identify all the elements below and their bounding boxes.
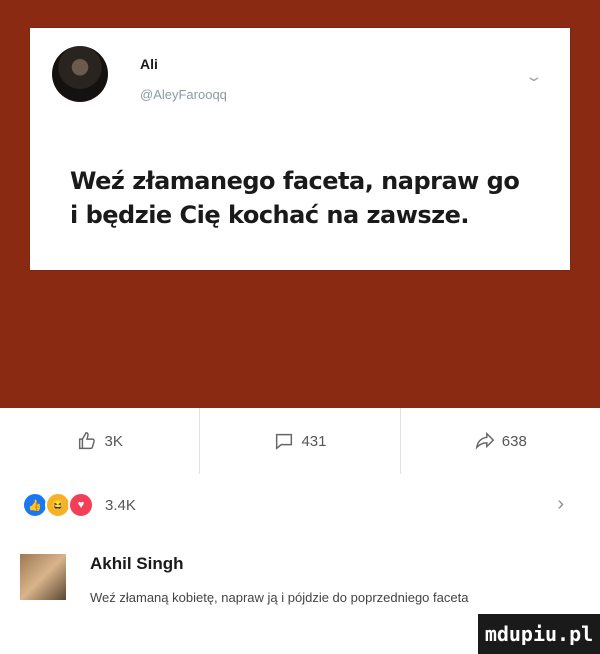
comment-text: Weź złamaną kobietę, napraw ją i pójdzie…	[90, 590, 469, 605]
comment-icon	[276, 433, 293, 450]
comment-author-avatar[interactable]	[20, 554, 66, 600]
thumbs-up-icon	[79, 432, 96, 450]
reactions-summary[interactable]: 👍 😆 ♥ 3.4K ›	[0, 476, 600, 534]
tweet-author-avatar	[52, 46, 108, 102]
like-count: 3K	[104, 432, 123, 450]
tweet-text: Weź złamanego faceta, napraw go i będzie…	[70, 167, 520, 229]
love-reaction-icon: ♥	[68, 492, 94, 518]
share-button[interactable]: 638	[401, 408, 600, 474]
comment-count: 431	[301, 432, 327, 450]
reactions-total: 3.4K	[105, 496, 136, 514]
comment-author-name[interactable]: Akhil Singh	[90, 554, 184, 574]
tweet-card: Ali @AleyFarooqq ⌄ Weź złamanego faceta,…	[30, 28, 570, 270]
chevron-right-icon[interactable]: ›	[557, 493, 564, 516]
post-image-background: Ali @AleyFarooqq ⌄ Weź złamanego faceta,…	[0, 0, 600, 408]
comment-button[interactable]: 431	[200, 408, 401, 474]
tweet-author-name: Ali	[140, 56, 158, 72]
site-watermark: mdupiu.pl	[478, 614, 600, 654]
like-button[interactable]: 3K	[0, 408, 201, 474]
share-count: 638	[501, 432, 527, 450]
tweet-author-handle: @AleyFarooqq	[140, 87, 227, 102]
chevron-down-icon: ⌄	[524, 68, 544, 84]
post-actions-bar: 3K 431 638	[0, 408, 600, 474]
share-icon	[475, 431, 495, 450]
